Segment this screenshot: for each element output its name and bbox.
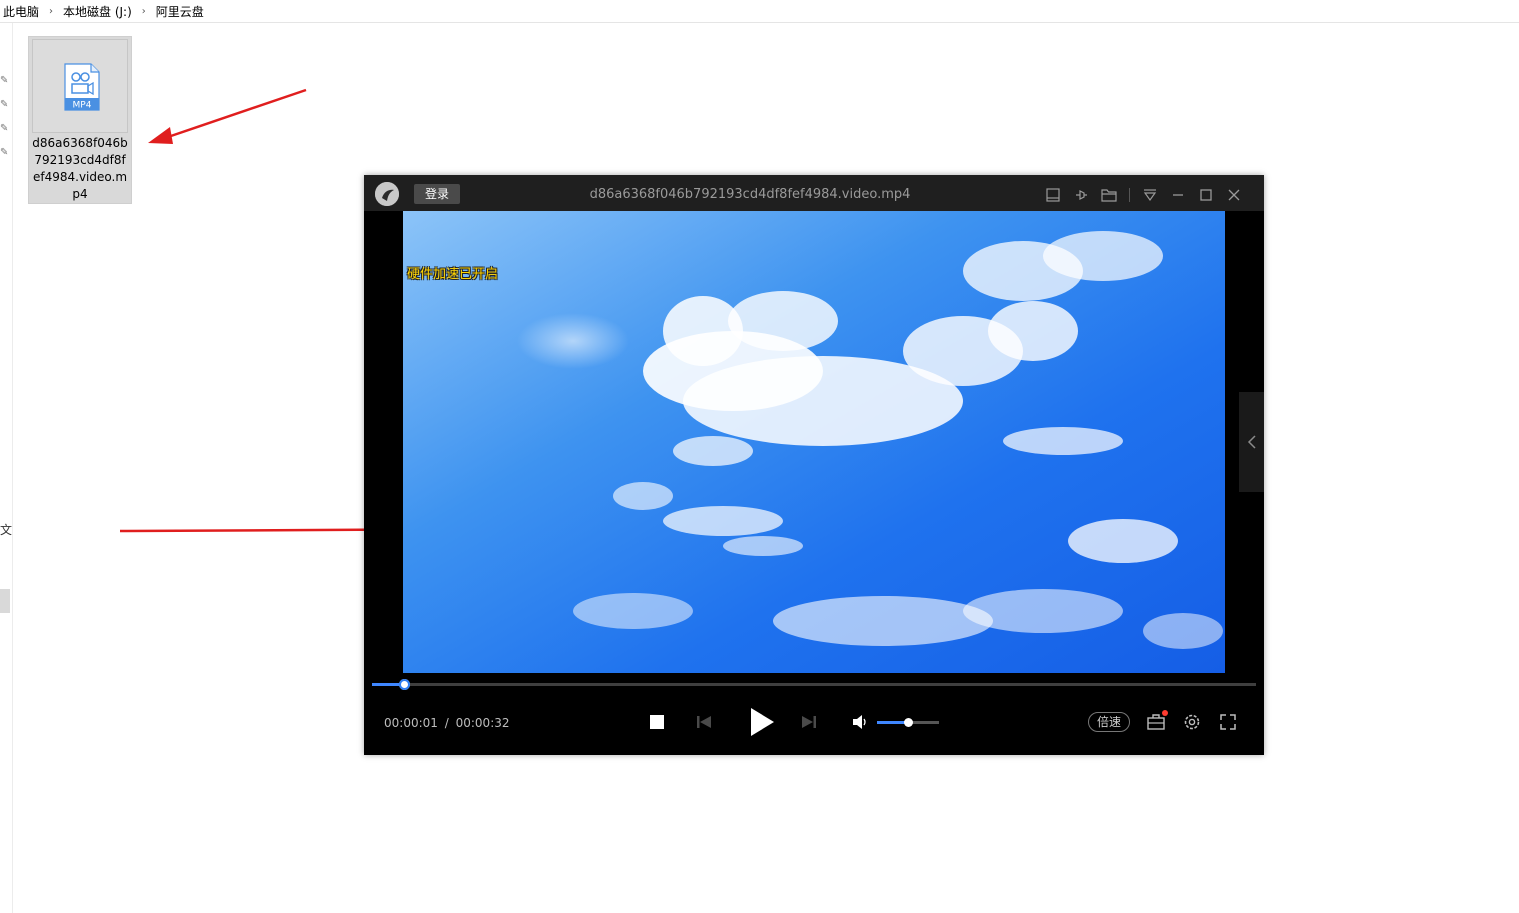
skip-previous-icon (697, 716, 711, 728)
playback-speed-button[interactable]: 倍速 (1088, 712, 1130, 732)
titlebar-divider (1129, 188, 1130, 202)
annotation-arrow-file (164, 88, 307, 140)
maximize-icon[interactable] (1196, 185, 1216, 205)
time-display: 00:00:01 / 00:00:32 (384, 716, 513, 730)
volume-icon (853, 715, 866, 729)
time-separator: / (444, 716, 449, 730)
play-icon (751, 708, 774, 736)
app-logo[interactable] (375, 182, 399, 206)
next-button[interactable] (799, 713, 819, 731)
mute-button[interactable] (850, 713, 870, 731)
chevron-left-icon (1247, 435, 1256, 449)
player-title: d86a6368f046b792193cd4df8fef4984.video.m… (428, 175, 1072, 215)
player-titlebar[interactable]: 登录 d86a6368f046b792193cd4df8fef4984.vide… (364, 175, 1264, 211)
hardware-acceleration-label: 硬件加速已开启 (407, 267, 499, 282)
open-folder-icon[interactable] (1099, 185, 1119, 205)
play-button[interactable] (744, 705, 778, 739)
menu-dropdown-icon[interactable] (1140, 185, 1160, 205)
stop-icon (650, 715, 664, 729)
close-icon[interactable] (1224, 185, 1244, 205)
volume-slider[interactable] (877, 718, 939, 727)
gear-icon (1184, 714, 1200, 730)
progress-bar[interactable] (372, 679, 1256, 690)
arrow-head-icon (148, 127, 173, 144)
sky-clouds-image (573, 231, 1223, 649)
side-panel-toggle[interactable] (1239, 392, 1264, 492)
minimize-icon[interactable] (1168, 185, 1188, 205)
fullscreen-button[interactable] (1217, 711, 1239, 733)
notification-dot (1162, 710, 1168, 716)
previous-button[interactable] (694, 713, 714, 731)
fullscreen-icon (1220, 714, 1236, 730)
time-current: 00:00:01 (384, 716, 438, 730)
control-bar: 00:00:01 / 00:00:32 倍速 (364, 695, 1264, 755)
player-logo-icon (375, 182, 399, 206)
video-frame[interactable]: 硬件加速已开启 (403, 211, 1225, 673)
stop-button[interactable] (648, 713, 666, 731)
titlebar-icons (1035, 185, 1244, 205)
skip-next-icon (802, 716, 816, 728)
toolbox-button[interactable] (1145, 710, 1168, 733)
progress-handle[interactable] (398, 679, 410, 690)
settings-button[interactable] (1181, 711, 1203, 733)
time-total: 00:00:32 (455, 716, 510, 730)
pin-top-icon[interactable] (1071, 185, 1091, 205)
playlist-icon[interactable] (1043, 185, 1063, 205)
video-player-window: 登录 d86a6368f046b792193cd4df8fef4984.vide… (364, 175, 1264, 755)
volume-handle[interactable] (904, 718, 913, 727)
player-title-text: d86a6368f046b792193cd4df8fef4984.video.m… (589, 187, 911, 202)
